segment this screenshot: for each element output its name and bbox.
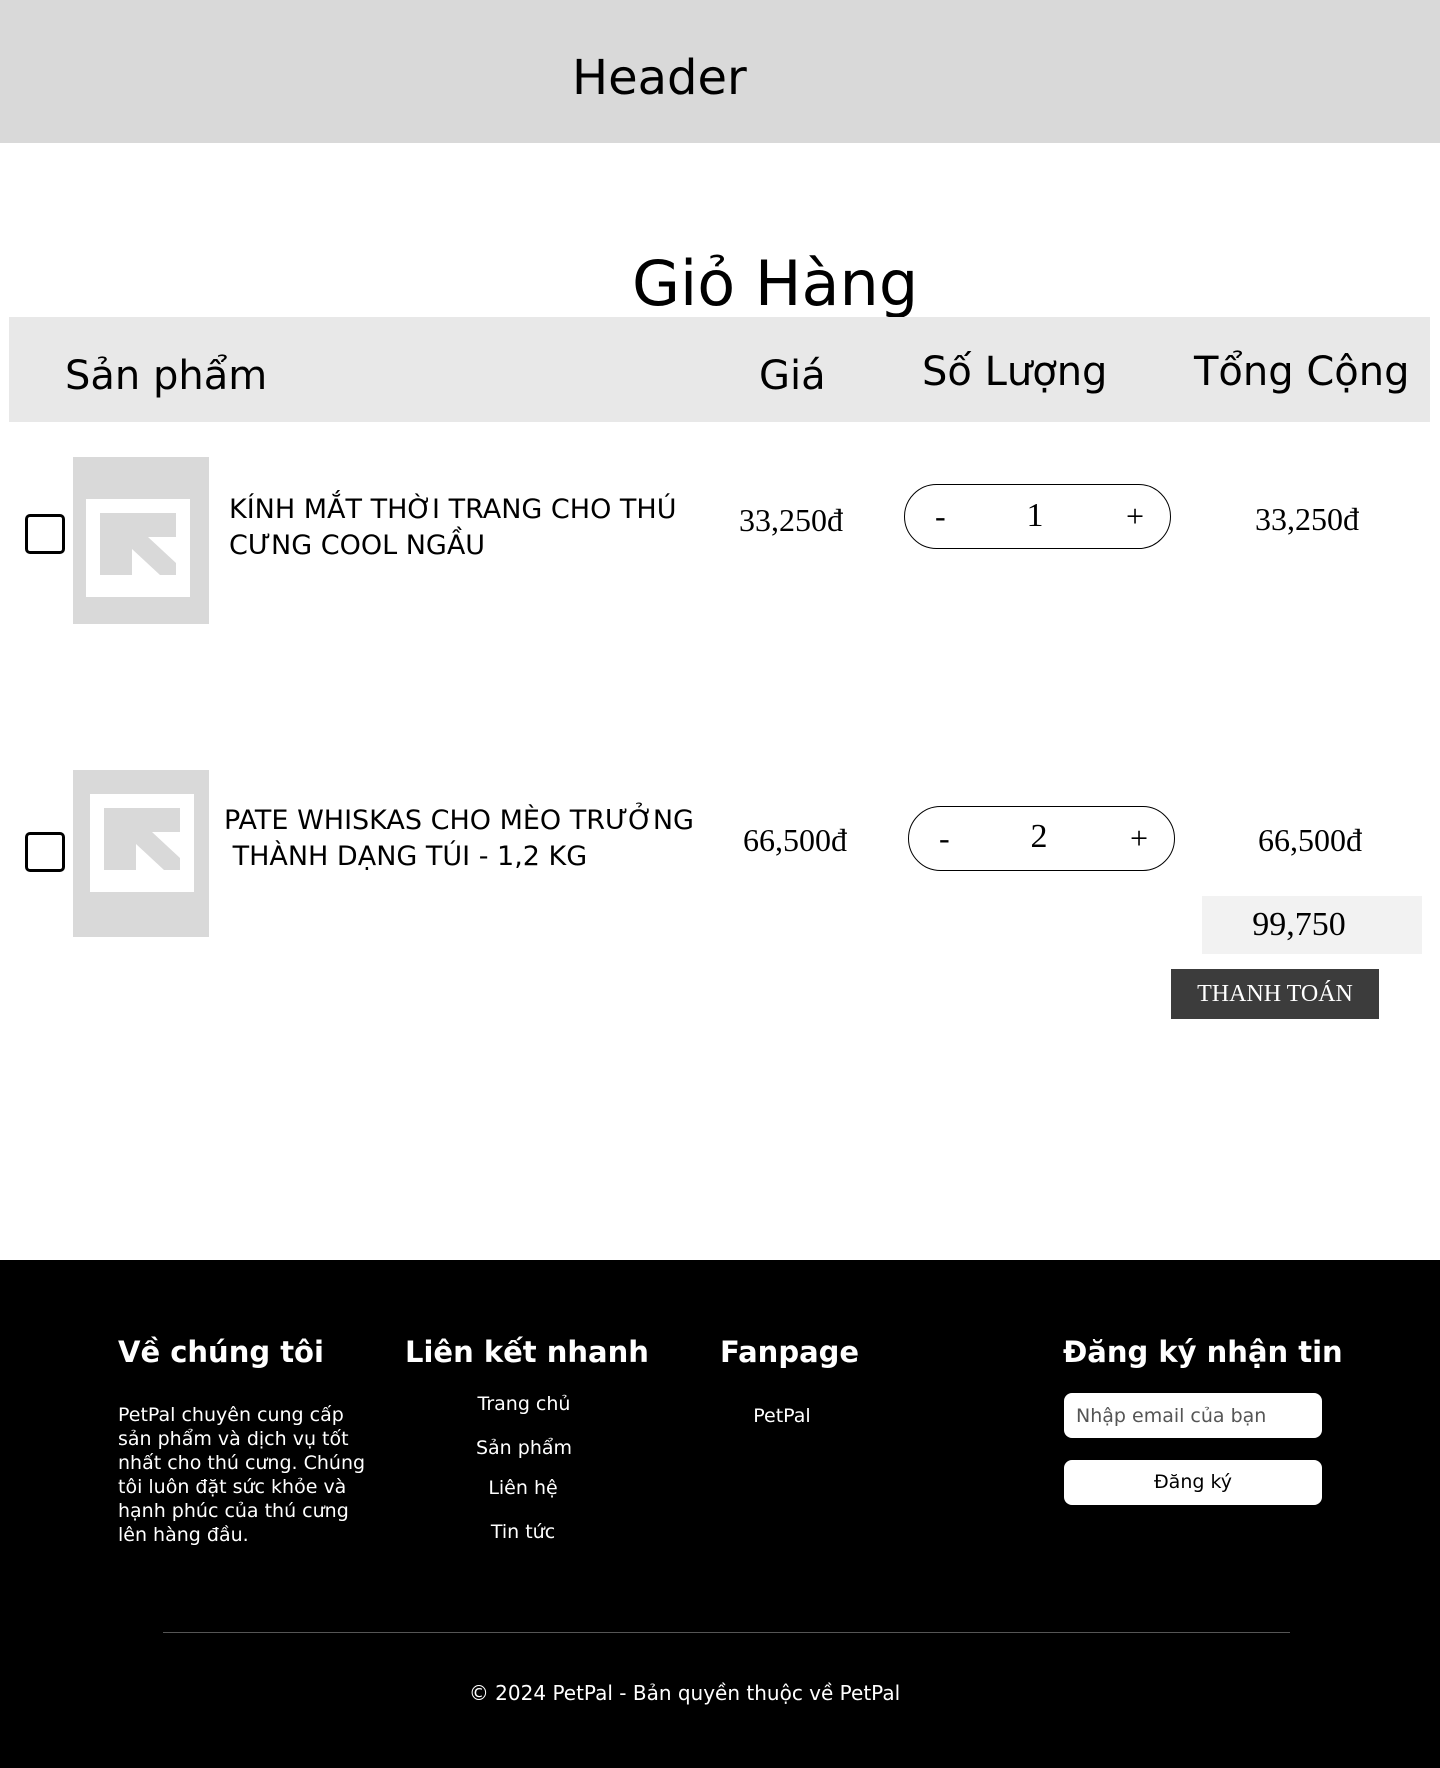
- increase-quantity-button[interactable]: +: [1126, 496, 1144, 536]
- increase-quantity-button[interactable]: +: [1130, 818, 1148, 858]
- quantity-stepper: - 1 +: [904, 484, 1171, 549]
- page-title: Giỏ Hàng: [632, 247, 919, 320]
- column-header-price: Giá: [759, 353, 826, 399]
- item-price: 66,500đ: [743, 822, 847, 858]
- product-name: PATE WHISKAS CHO MÈO TRƯỞNG THÀNH DẠNG T…: [224, 805, 694, 872]
- item-total: 33,250đ: [1255, 501, 1359, 537]
- copyright-text: © 2024 PetPal - Bản quyền thuộc về PetPa…: [468, 1681, 901, 1705]
- item-select-checkbox[interactable]: [25, 832, 65, 872]
- quantity-stepper: - 2 +: [908, 806, 1175, 871]
- grand-total: 99,750: [1252, 906, 1346, 943]
- checkout-button[interactable]: THANH TOÁN: [1171, 969, 1379, 1019]
- image-placeholder-icon: [90, 794, 194, 892]
- quantity-value[interactable]: 2: [1009, 817, 1069, 857]
- footer-divider: [163, 1632, 1290, 1633]
- header-title: Header: [572, 50, 747, 106]
- footer-fanpage-heading: Fanpage: [720, 1335, 860, 1369]
- footer-link-news[interactable]: Tin tức: [423, 1520, 623, 1544]
- footer-about-text: PetPal chuyên cung cấp sản phẩm và dịch …: [118, 1404, 366, 1546]
- footer-link-home[interactable]: Trang chủ: [424, 1392, 624, 1416]
- footer-link-products[interactable]: Sản phẩm: [424, 1436, 624, 1460]
- decrease-quantity-button[interactable]: -: [935, 496, 946, 536]
- footer-link-contact[interactable]: Liên hệ: [423, 1476, 623, 1500]
- column-header-total: Tổng Cộng: [1194, 349, 1410, 395]
- product-image-placeholder: [73, 770, 209, 937]
- column-header-quantity: Số Lượng: [922, 349, 1108, 395]
- subscribe-button[interactable]: Đăng ký: [1064, 1460, 1322, 1505]
- footer-about-heading: Về chúng tôi: [118, 1335, 324, 1369]
- footer-quick-links-heading: Liên kết nhanh: [405, 1335, 649, 1369]
- item-price: 33,250đ: [739, 502, 843, 538]
- product-name: KÍNH MẮT THỜI TRANG CHO THÚ CƯNG COOL NG…: [229, 494, 677, 561]
- item-total: 66,500đ: [1258, 822, 1362, 858]
- footer: Về chúng tôi PetPal chuyên cung cấp sản …: [0, 1260, 1440, 1768]
- image-placeholder-icon: [86, 499, 190, 597]
- quantity-value[interactable]: 1: [1005, 496, 1065, 536]
- item-select-checkbox[interactable]: [25, 514, 65, 554]
- column-header-product: Sản phẩm: [65, 353, 268, 399]
- product-image-placeholder: [73, 457, 209, 624]
- decrease-quantity-button[interactable]: -: [939, 818, 950, 858]
- footer-newsletter-heading: Đăng ký nhận tin: [1063, 1335, 1343, 1369]
- newsletter-email-input[interactable]: [1064, 1393, 1322, 1438]
- footer-fanpage-link[interactable]: PetPal: [682, 1404, 882, 1428]
